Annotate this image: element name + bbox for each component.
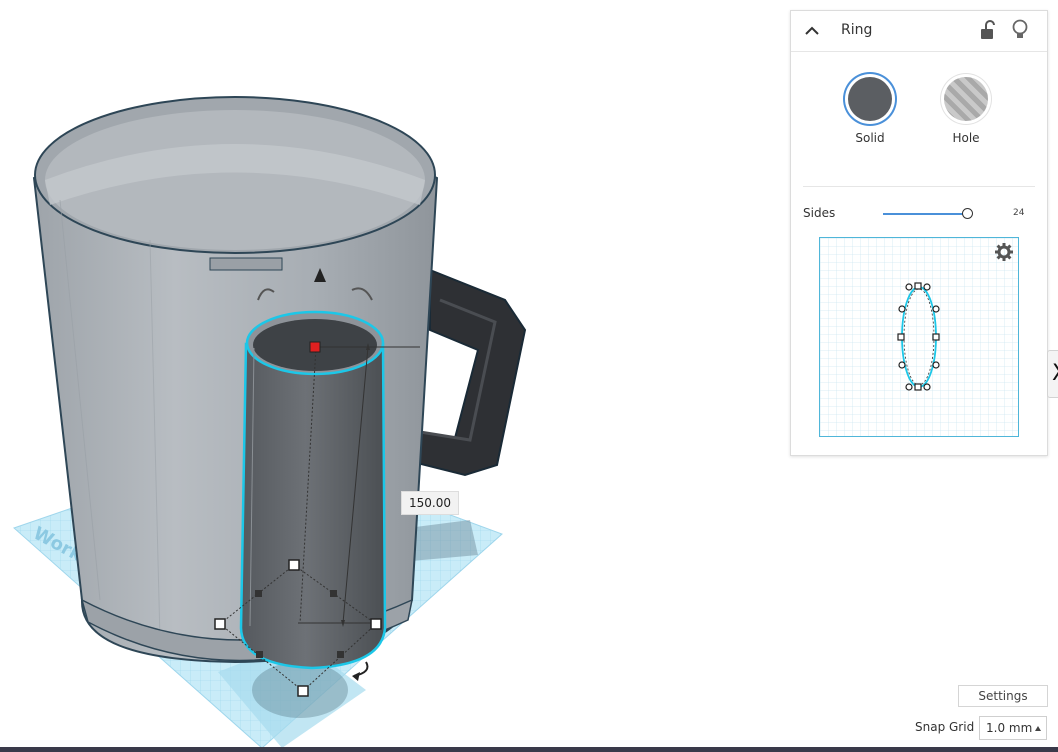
edge-tab-button[interactable]: X bbox=[1047, 350, 1058, 398]
solid-swatch[interactable] bbox=[848, 77, 892, 121]
sides-value: 24 bbox=[1013, 208, 1025, 218]
shape-preview[interactable] bbox=[819, 237, 1019, 437]
side-handle-left bbox=[255, 590, 262, 597]
slider-thumb[interactable] bbox=[962, 208, 973, 219]
side-handle-front-left bbox=[256, 651, 263, 658]
unlock-icon[interactable] bbox=[977, 19, 999, 43]
hole-label: Hole bbox=[952, 131, 980, 145]
corner-handle-left bbox=[214, 618, 226, 630]
panel-header: Ring bbox=[791, 11, 1047, 52]
hole-option[interactable]: Hole bbox=[931, 77, 1001, 145]
hole-swatch[interactable] bbox=[944, 77, 988, 121]
solid-option[interactable]: Solid bbox=[835, 77, 905, 145]
shape-panel: Ring Solid Hole Sides 24 bbox=[790, 10, 1048, 456]
caret-up-icon bbox=[1035, 726, 1041, 731]
slider-track[interactable] bbox=[883, 213, 967, 215]
side-handle-front-right bbox=[337, 651, 344, 658]
panel-divider bbox=[803, 186, 1035, 187]
snap-grid-select[interactable]: 1.0 mm bbox=[979, 716, 1047, 740]
height-handle bbox=[309, 341, 321, 353]
settings-button[interactable]: Settings bbox=[958, 685, 1048, 707]
corner-handle-right bbox=[370, 618, 382, 630]
gear-icon[interactable] bbox=[994, 242, 1014, 262]
corner-handle-front bbox=[297, 685, 309, 697]
side-handle-right bbox=[330, 590, 337, 597]
sides-slider[interactable] bbox=[883, 208, 979, 220]
lightbulb-icon[interactable] bbox=[1009, 17, 1031, 43]
solid-label: Solid bbox=[855, 131, 885, 145]
bottom-bar bbox=[0, 747, 1058, 752]
corner-handle-back bbox=[288, 559, 300, 571]
chevron-up-icon[interactable] bbox=[801, 21, 823, 41]
shape-title: Ring bbox=[841, 22, 873, 38]
snap-grid-value: 1.0 mm bbox=[986, 721, 1033, 735]
sides-label: Sides bbox=[803, 206, 836, 220]
snap-grid-label: Snap Grid bbox=[915, 720, 975, 734]
height-dimension-input[interactable]: 150.00 bbox=[401, 491, 459, 515]
